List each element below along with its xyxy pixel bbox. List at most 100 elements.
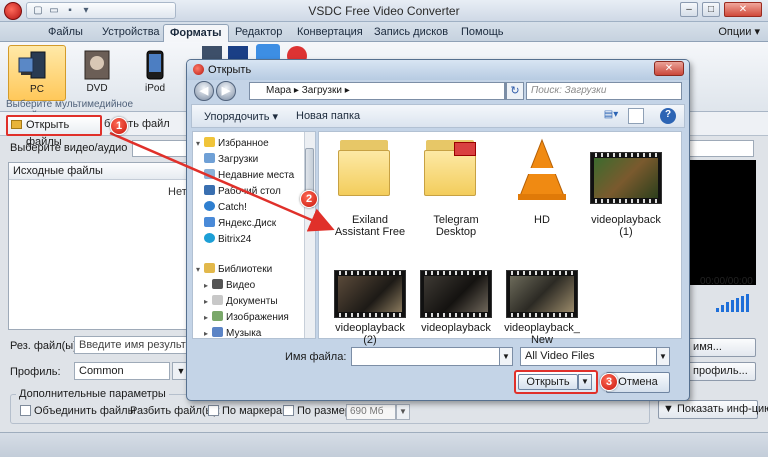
minimize-button[interactable]: –	[680, 2, 698, 17]
nav-item-documents[interactable]: ▸ Документы	[204, 295, 278, 309]
video-frame	[594, 158, 658, 198]
file-item[interactable]: Exiland Assistant Free	[330, 136, 410, 246]
nav-item-favorites[interactable]: ▾ Избранное	[196, 137, 269, 151]
profile-select[interactable]: Common	[74, 362, 170, 380]
source-files-list[interactable]	[8, 162, 188, 330]
file-item[interactable]: videoplayback	[416, 268, 496, 338]
device-pc-label: PC	[30, 84, 44, 95]
nav-item-bitrix[interactable]: Bitrix24	[204, 233, 251, 247]
close-button[interactable]: ✕	[724, 2, 762, 17]
file-type-select[interactable]: All Video Files	[520, 347, 670, 366]
dialog-title-bar	[187, 60, 689, 80]
organize-button[interactable]: Упорядочить ▾	[204, 110, 278, 123]
preview-pane-icon[interactable]	[628, 108, 644, 124]
tab-conversion[interactable]: Конвертация	[291, 24, 369, 42]
film-strip	[591, 199, 661, 203]
breadcrumb-item[interactable]: Мара	[266, 85, 291, 96]
refresh-icon[interactable]: ↻	[506, 82, 524, 100]
expand-icon[interactable]: ▸	[204, 295, 212, 309]
result-files-label: Рез. файл(ы):	[10, 340, 80, 352]
file-item[interactable]: Telegram Desktop	[416, 136, 496, 246]
app-title: VSDC Free Video Converter	[308, 4, 460, 18]
time-readout: 00:00/00:00	[700, 276, 753, 287]
volume-indicator[interactable]	[716, 294, 752, 312]
downloads-icon	[204, 153, 215, 163]
video-frame	[510, 276, 574, 312]
tab-formats[interactable]: Форматы	[163, 24, 229, 42]
device-ipod-label: iPod	[144, 83, 165, 94]
help-icon[interactable]: ?	[660, 108, 676, 124]
chevron-down-icon[interactable]: ▼	[499, 347, 513, 366]
device-dvd-button[interactable]: DVD	[68, 45, 126, 101]
show-info-button[interactable]: ▼ Показать инф-цию	[658, 400, 768, 419]
dialog-close-button[interactable]: ✕	[654, 61, 684, 76]
film-strip	[507, 313, 577, 317]
film-strip	[421, 313, 491, 317]
collapse-icon[interactable]: ▾	[196, 263, 204, 277]
tab-editor[interactable]: Редактор	[229, 24, 288, 42]
nav-item-desktop[interactable]: Рабочий стол	[204, 185, 281, 199]
options-menu[interactable]: Опции ▾	[718, 25, 760, 38]
video-frame	[338, 276, 402, 312]
chevron-down-icon[interactable]: ▼	[656, 347, 670, 366]
vlc-icon	[518, 138, 566, 200]
filename-label: Имя файла:	[285, 351, 347, 363]
tab-burn-discs[interactable]: Запись дисков	[368, 24, 454, 42]
file-name: Telegram Desktop	[433, 214, 479, 238]
nav-item-downloads[interactable]: Загрузки	[204, 153, 258, 167]
chevron-down-icon[interactable]: ▼	[396, 404, 410, 420]
file-name: Exiland Assistant Free	[334, 214, 406, 238]
tab-files[interactable]: Файлы	[42, 24, 89, 42]
device-ipod-button[interactable]: iPod	[126, 45, 184, 101]
collapse-icon[interactable]: ▾	[196, 137, 204, 151]
tab-devices[interactable]: Устройства	[96, 24, 166, 42]
filename-input[interactable]	[351, 347, 501, 366]
video-thumbnail	[590, 152, 662, 204]
folder-front	[338, 150, 390, 196]
nav-item-catch[interactable]: Catch!	[204, 201, 247, 215]
by-markers-checkbox[interactable]	[208, 405, 219, 416]
nav-item-recent[interactable]: Недавние места	[204, 169, 294, 183]
star-icon	[204, 137, 215, 147]
forward-button[interactable]: ▶	[216, 81, 236, 101]
search-input[interactable]: Поиск: Загрузки	[526, 82, 682, 100]
nav-item-video[interactable]: ▸ Видео	[204, 279, 255, 293]
nav-item-images[interactable]: ▸ Изображения	[204, 311, 289, 325]
select-source-input[interactable]	[132, 140, 192, 157]
expand-icon[interactable]: ▸	[204, 327, 212, 341]
file-item[interactable]: videoplayback (1)	[586, 148, 666, 246]
right-top-input[interactable]	[686, 140, 754, 157]
file-item[interactable]: HD	[502, 136, 582, 246]
nav-item-yandex-disk[interactable]: Яндекс.Диск	[204, 217, 276, 231]
nav-item-music[interactable]: ▸ Музыка	[204, 327, 261, 341]
merge-files-checkbox[interactable]	[20, 405, 31, 416]
result-files-input[interactable]: Введите имя результирую	[74, 336, 192, 354]
by-size-checkbox[interactable]	[283, 405, 294, 416]
nav-item-libraries[interactable]: ▾ Библиотеки	[196, 263, 272, 277]
catch-icon	[204, 201, 215, 211]
file-item[interactable]: videoplayback_New	[502, 268, 582, 346]
file-name: videoplayback_New	[504, 322, 580, 346]
tab-help[interactable]: Помощь	[455, 24, 510, 42]
size-input[interactable]: 690 Мб	[346, 404, 396, 420]
nav-label: Catch!	[218, 202, 247, 213]
dialog-title: Открыть	[208, 64, 252, 76]
new-folder-button[interactable]: Новая папка	[296, 110, 360, 122]
breadcrumb-item[interactable]: Загрузки	[302, 85, 342, 96]
device-dvd-label: DVD	[86, 83, 108, 94]
open-button[interactable]: Открыть	[518, 374, 578, 390]
maximize-button[interactable]: □	[702, 2, 720, 17]
back-button[interactable]: ◀	[194, 81, 214, 101]
expand-icon[interactable]: ▸	[204, 279, 212, 293]
chevron-down-icon[interactable]: ▼	[578, 374, 592, 390]
device-pc-button[interactable]: PC	[8, 45, 66, 101]
file-item[interactable]: videoplayback (2)	[330, 268, 410, 346]
view-options-icon[interactable]: ▤▾	[600, 108, 622, 124]
dvd-icon	[84, 50, 110, 80]
profile-label: Профиль:	[10, 366, 61, 378]
volume-bar	[731, 300, 734, 312]
expand-icon[interactable]: ▸	[204, 311, 212, 325]
nav-label: Документы	[226, 296, 278, 307]
address-bar[interactable]: Мара ▸ Загрузки ▸	[249, 82, 505, 100]
volume-bar	[726, 302, 729, 312]
